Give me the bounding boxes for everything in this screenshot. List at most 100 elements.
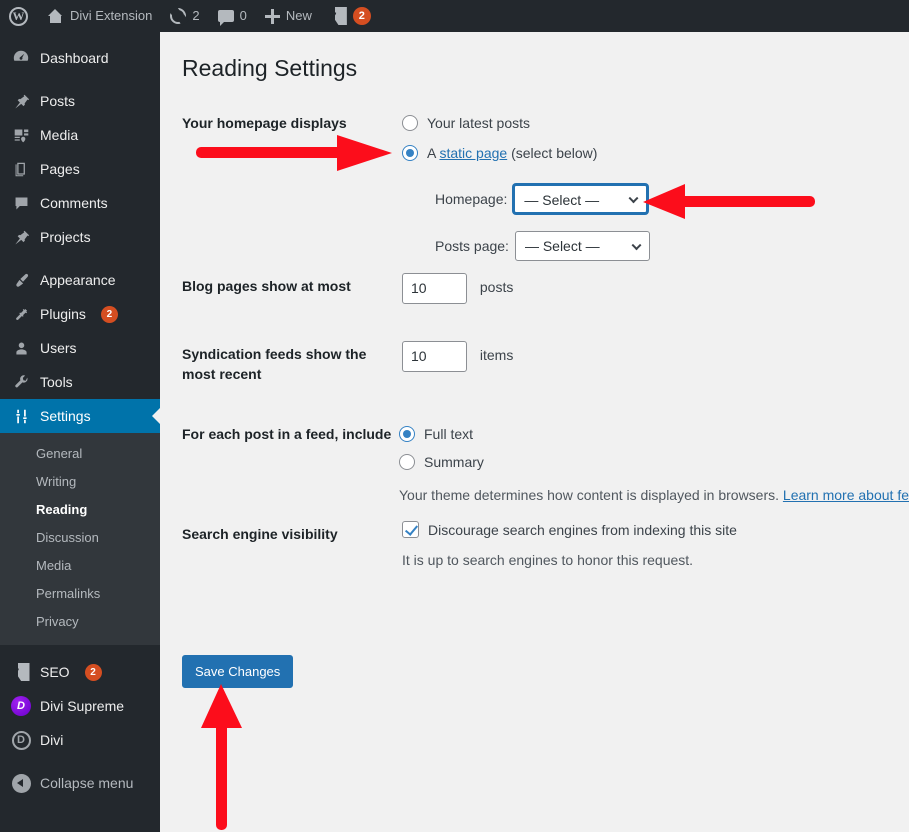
seo-notification-badge: 2 <box>352 7 371 25</box>
posts-page-select-value: — Select — <box>524 238 600 254</box>
seo-menu[interactable]: y 2 <box>321 0 380 32</box>
row-label: For each post in a feed, include <box>182 426 392 442</box>
static-page-suffix: (select below) <box>507 145 598 161</box>
sidebar-item-label: Appearance <box>40 272 116 288</box>
row-search-visibility: Search engine visibility Discourage sear… <box>182 521 909 591</box>
yoast-seo-icon: y <box>11 662 31 682</box>
new-content-menu[interactable]: New <box>256 0 321 32</box>
radio-option-summary[interactable]: Summary <box>399 449 909 475</box>
sidebar-divider <box>0 757 160 766</box>
sidebar-divider <box>0 645 160 655</box>
comment-bubble-icon <box>11 193 31 213</box>
learn-more-feeds-link[interactable]: Learn more about fe <box>783 487 909 503</box>
sidebar-item-comments[interactable]: Comments <box>0 186 160 220</box>
sidebar-item-posts[interactable]: Posts <box>0 84 160 118</box>
blog-pages-input[interactable]: 10 <box>402 273 467 304</box>
sidebar-item-tools[interactable]: Tools <box>0 365 160 399</box>
homepage-select[interactable]: — Select — <box>513 184 649 214</box>
wordpress-logo-icon: W <box>9 6 28 26</box>
checkbox-discourage-search-engines[interactable]: Discourage search engines from indexing … <box>402 521 909 538</box>
radio-option-full-text[interactable]: Full text <box>399 421 909 447</box>
static-page-prefix: A <box>427 145 440 161</box>
collapse-menu-label: Collapse menu <box>40 775 134 791</box>
sidebar-item-seo[interactable]: y SEO 2 <box>0 655 160 689</box>
sidebar-item-label: Plugins <box>40 306 86 322</box>
submenu-item-discussion[interactable]: Discussion <box>0 524 160 552</box>
main-content: Reading Settings Your homepage displays … <box>160 32 909 832</box>
sidebar-item-label: Divi <box>40 732 64 748</box>
updates-menu[interactable]: 2 <box>161 0 208 32</box>
submenu-item-permalinks[interactable]: Permalinks <box>0 580 160 608</box>
sidebar-item-plugins[interactable]: Plugins 2 <box>0 297 160 331</box>
submenu-item-reading[interactable]: Reading <box>0 496 160 524</box>
divi-supreme-icon: D <box>11 696 31 716</box>
yoast-seo-icon: y <box>330 7 347 25</box>
radio-summary[interactable] <box>399 454 415 470</box>
page-title: Reading Settings <box>182 55 358 81</box>
pin-icon <box>11 91 31 111</box>
radio-label: Summary <box>424 454 484 470</box>
sidebar-item-label: Projects <box>40 229 91 245</box>
sidebar-item-dashboard[interactable]: Dashboard <box>0 41 160 75</box>
wrench-icon <box>11 372 31 392</box>
sidebar-item-media[interactable]: Media <box>0 118 160 152</box>
plus-icon <box>264 8 280 24</box>
wordpress-logo-button[interactable]: W <box>0 0 38 32</box>
radio-static-page[interactable] <box>402 145 418 161</box>
posts-page-select[interactable]: — Select — <box>514 231 650 261</box>
sidebar-item-label: Dashboard <box>40 50 109 66</box>
user-icon <box>11 338 31 358</box>
plug-icon <box>11 304 31 324</box>
static-page-link[interactable]: static page <box>439 145 507 161</box>
sidebar-item-label: Settings <box>40 408 91 424</box>
submenu-item-media[interactable]: Media <box>0 552 160 580</box>
sidebar-item-label: Posts <box>40 93 76 109</box>
refresh-icon <box>170 8 187 24</box>
submenu-item-general[interactable]: General <box>0 440 160 468</box>
save-changes-container: Save Changes <box>182 655 294 688</box>
sidebar-divider <box>0 254 160 263</box>
sidebar-item-settings[interactable]: Settings <box>0 399 160 433</box>
search-visibility-note: It is up to search engines to honor this… <box>402 552 694 568</box>
row-label: Syndication feeds show the most recent <box>182 346 367 382</box>
radio-latest-posts[interactable] <box>402 115 418 131</box>
chevron-down-icon <box>628 193 639 204</box>
pin-icon <box>11 227 31 247</box>
blog-pages-unit: posts <box>479 279 514 296</box>
submenu-item-privacy[interactable]: Privacy <box>0 608 160 636</box>
row-homepage-displays: Your homepage displays Your latest posts… <box>182 110 909 261</box>
submenu-item-writing[interactable]: Writing <box>0 468 160 496</box>
sidebar-item-pages[interactable]: Pages <box>0 152 160 186</box>
save-changes-button[interactable]: Save Changes <box>182 655 294 688</box>
homepage-select-label: Homepage: <box>435 191 508 207</box>
sidebar-item-label: Divi Supreme <box>40 698 125 714</box>
posts-page-select-row: Posts page: — Select — <box>435 231 909 261</box>
comment-bubble-icon <box>217 10 234 26</box>
sidebar-item-projects[interactable]: Projects <box>0 220 160 254</box>
syndication-unit: items <box>479 347 514 364</box>
posts-page-select-label: Posts page: <box>435 238 509 254</box>
sidebar-item-label: Users <box>40 340 77 356</box>
sidebar-item-divi[interactable]: D Divi <box>0 723 160 757</box>
site-name-menu[interactable]: Divi Extension <box>38 0 161 32</box>
discourage-checkbox[interactable] <box>402 521 419 538</box>
media-icon <box>11 125 31 145</box>
comments-menu[interactable]: 0 <box>209 0 256 32</box>
radio-option-latest-posts[interactable]: Your latest posts <box>402 110 909 136</box>
sidebar-item-divi-supreme[interactable]: D Divi Supreme <box>0 689 160 723</box>
homepage-select-value: — Select — <box>524 192 600 208</box>
comments-count: 0 <box>239 8 247 23</box>
paintbrush-icon <box>11 270 31 290</box>
syndication-input[interactable]: 10 <box>402 341 467 372</box>
radio-option-static-page[interactable]: A static page (select below) <box>402 140 909 166</box>
new-label: New <box>285 8 312 23</box>
sidebar-item-appearance[interactable]: Appearance <box>0 263 160 297</box>
collapse-menu-button[interactable]: Collapse menu <box>0 766 160 800</box>
radio-full-text[interactable] <box>399 426 415 442</box>
sidebar-item-users[interactable]: Users <box>0 331 160 365</box>
dashboard-icon <box>11 48 31 68</box>
divi-icon: D <box>11 730 31 750</box>
sidebar-item-label: Comments <box>40 195 108 211</box>
sidebar-item-label: SEO <box>40 664 70 680</box>
row-label: Your homepage displays <box>182 115 347 131</box>
